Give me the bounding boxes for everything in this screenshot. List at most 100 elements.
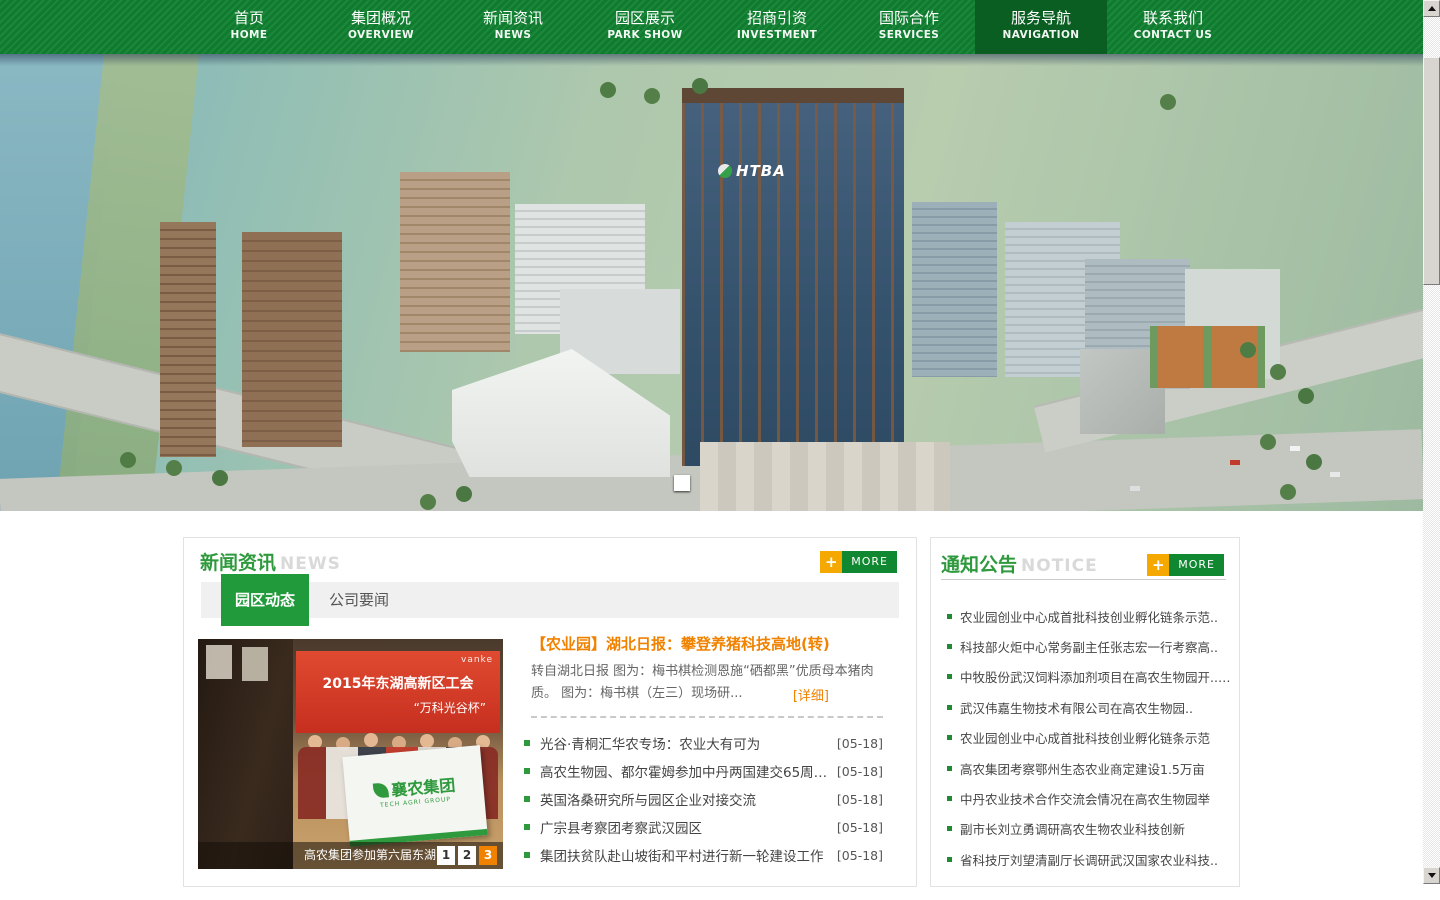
notice-list-item[interactable]: 副市长刘立勇调研高农生物农业科技创新 [947,814,1235,844]
htba-tower [682,88,904,466]
news-list-item[interactable]: 高农生物园、都尔霍姆参加中丹两国建交65周… [05-18] [524,757,883,785]
notice-item-title: 科技部火炬中心常务副主任张志宏一行考察高.. [960,637,1218,656]
news-tabbar: 园区动态 公司要闻 [201,582,899,618]
bullet-icon [947,735,952,740]
scroll-down-button[interactable] [1423,867,1440,884]
htba-logo-text: HTBA [736,162,786,180]
notice-list-item[interactable]: 武汉伟嘉生物技术有限公司在高农生物园.. [947,692,1235,722]
photo-page-3-active[interactable]: 3 [479,846,497,865]
divider [941,579,1226,580]
tab-park-news[interactable]: 园区动态 [221,574,309,626]
featured-article-title[interactable]: 【农业园】湖北日报：攀登养猪科技高地(转) [531,633,883,654]
notice-list-item[interactable]: 高农集团考察鄂州生态农业商定建设1.5万亩 [947,753,1235,783]
notice-list-item[interactable]: 农业园创业中心成首批科技创业孵化链条示范.. [947,601,1235,631]
news-item-title: 广宗县考察团考察武汉园区 [540,817,829,837]
bullet-icon [947,766,952,771]
nav-item-services[interactable]: 国际合作 SERVICES [843,0,975,54]
detail-link[interactable]: [详细] [793,685,829,704]
nav-label-en: INVESTMENT [711,28,843,43]
photo-page-2[interactable]: 2 [458,846,476,865]
htba-logo-icon [718,164,732,178]
nav-item-overview[interactable]: 集团概况 OVERVIEW [315,0,447,54]
banner-line2: “万科光谷杯” [414,699,486,716]
notice-list-item[interactable]: 省科技厅刘望清副厅长调研武汉国家农业科技.. [947,844,1235,874]
arrow-up-icon [1428,6,1436,11]
bullet-icon [524,768,530,774]
notice-item-title: 中牧股份武汉饲料添加剂项目在高农生物园开..… [960,667,1230,686]
nav-item-news[interactable]: 新闻资讯 NEWS [447,0,579,54]
news-title-en: NEWS [280,554,341,574]
notice-title-en: NOTICE [1021,556,1098,576]
notice-panel: 通知公告 NOTICE + MORE 农业园创业中心成首批科技创业孵化链条示范.… [930,537,1240,887]
nav-item-investment[interactable]: 招商引资 INVESTMENT [711,0,843,54]
news-list-item[interactable]: 光谷·青桐汇华农专场：农业大有可为 [05-18] [524,729,883,757]
nav-item-navigation[interactable]: 服务导航 NAVIGATION [975,0,1107,54]
nav-label-zh: 园区展示 [579,8,711,28]
bullet-icon [947,614,952,619]
notice-item-title: 中丹农业技术合作交流会情况在高农生物园举 [960,789,1210,808]
notice-title-zh: 通知公告 [941,550,1017,577]
news-item-date: [05-18] [837,736,883,751]
notice-more-button[interactable]: + MORE [1147,554,1224,576]
notice-list-item[interactable]: 中丹农业技术合作交流会情况在高农生物园举 [947,783,1235,813]
nav-label-en: PARK SHOW [579,28,711,43]
notice-item-title: 省科技厅刘望清副厅长调研武汉国家农业科技.. [960,850,1218,869]
nav-item-park-show[interactable]: 园区展示 PARK SHOW [579,0,711,54]
bullet-icon [947,796,952,801]
bullet-icon [524,852,530,858]
news-list-item[interactable]: 集团扶贫队赴山坡街和平村进行新一轮建设工作 [05-18] [524,841,883,869]
bullet-icon [524,740,530,746]
hero-top-shadow [0,54,1423,66]
carousel-dot-3[interactable] [674,475,690,491]
news-list-item[interactable]: 英国洛桑研究所与园区企业对接交流 [05-18] [524,785,883,813]
notice-item-title: 农业园创业中心成首批科技创业孵化链条示范.. [960,607,1218,626]
notice-item-title: 副市长刘立勇调研高农生物农业科技创新 [960,819,1185,838]
nav-label-zh: 新闻资讯 [447,8,579,28]
notice-item-title: 农业园创业中心成首批科技创业孵化链条示范 [960,728,1210,747]
notice-list-item[interactable]: 农业园创业中心成首批科技创业孵化链条示范 [947,723,1235,753]
news-item-title: 高农生物园、都尔霍姆参加中丹两国建交65周… [540,761,829,781]
notice-list: 农业园创业中心成首批科技创业孵化链条示范.. 科技部火炬中心常务副主任张志宏一行… [947,601,1235,875]
bullet-icon [947,705,952,710]
notice-list-item[interactable]: 中牧股份武汉饲料添加剂项目在高农生物园开..… [947,662,1235,692]
photo-group-flag: 襄农集团 TECH AGRI GROUP [342,745,487,847]
nav-label-en: SERVICES [843,28,975,43]
featured-article-body: 转自湖北日报 图为：梅书棋检测恩施“硒都黑”优质母本猪肉质。 图为：梅书棋（左三… [531,661,883,705]
more-label: MORE [1169,554,1224,576]
nav-item-home[interactable]: 首页 HOME [183,0,315,54]
plus-icon: + [820,551,842,573]
trees [1240,342,1256,358]
tower-roof [682,88,904,103]
news-photo[interactable]: vanke 2015年东湖高新区工会 “万科光谷杯” 襄农集团 TECH AGR… [198,639,503,869]
nav-item-contact[interactable]: 联系我们 CONTACT US [1107,0,1239,54]
notice-item-title: 武汉伟嘉生物技术有限公司在高农生物园.. [960,698,1193,717]
news-item-title: 光谷·青桐汇华农专场：农业大有可为 [540,733,829,753]
photo-page-1[interactable]: 1 [437,846,455,865]
scrollbar-thumb[interactable] [1423,57,1440,285]
tab-company-news[interactable]: 公司要闻 [309,582,409,618]
photo-wall-frames [206,645,232,679]
news-more-button[interactable]: + MORE [820,551,897,573]
bullet-icon [947,674,952,679]
nav-label-en: CONTACT US [1107,28,1239,43]
hero-building [160,222,216,457]
scrollbar[interactable] [1423,0,1440,884]
news-item-title: 集团扶贫队赴山坡街和平村进行新一轮建设工作 [540,845,829,865]
news-header: 新闻资讯 NEWS [200,548,341,575]
nav-label-zh: 首页 [183,8,315,28]
hero-image: HTBA [0,54,1423,511]
notice-list-item[interactable]: 科技部火炬中心常务副主任张志宏一行考察高.. [947,631,1235,661]
news-list: 光谷·青桐汇华农专场：农业大有可为 [05-18] 高农生物园、都尔霍姆参加中丹… [524,729,883,869]
scroll-up-button[interactable] [1423,0,1440,17]
nav-label-zh: 集团概况 [315,8,447,28]
plus-icon: + [1147,554,1169,576]
news-item-date: [05-18] [837,848,883,863]
bullet-icon [947,826,952,831]
photo-pagination: 1 2 3 [437,846,497,865]
banner-line1: 2015年东湖高新区工会 [296,673,500,693]
bullet-icon [524,796,530,802]
photo-event-banner: vanke 2015年东湖高新区工会 “万科光谷杯” [296,651,500,733]
news-list-item[interactable]: 广宗县考察团考察武汉园区 [05-18] [524,813,883,841]
banner-brand: vanke [461,655,493,665]
nav-label-zh: 联系我们 [1107,8,1239,28]
